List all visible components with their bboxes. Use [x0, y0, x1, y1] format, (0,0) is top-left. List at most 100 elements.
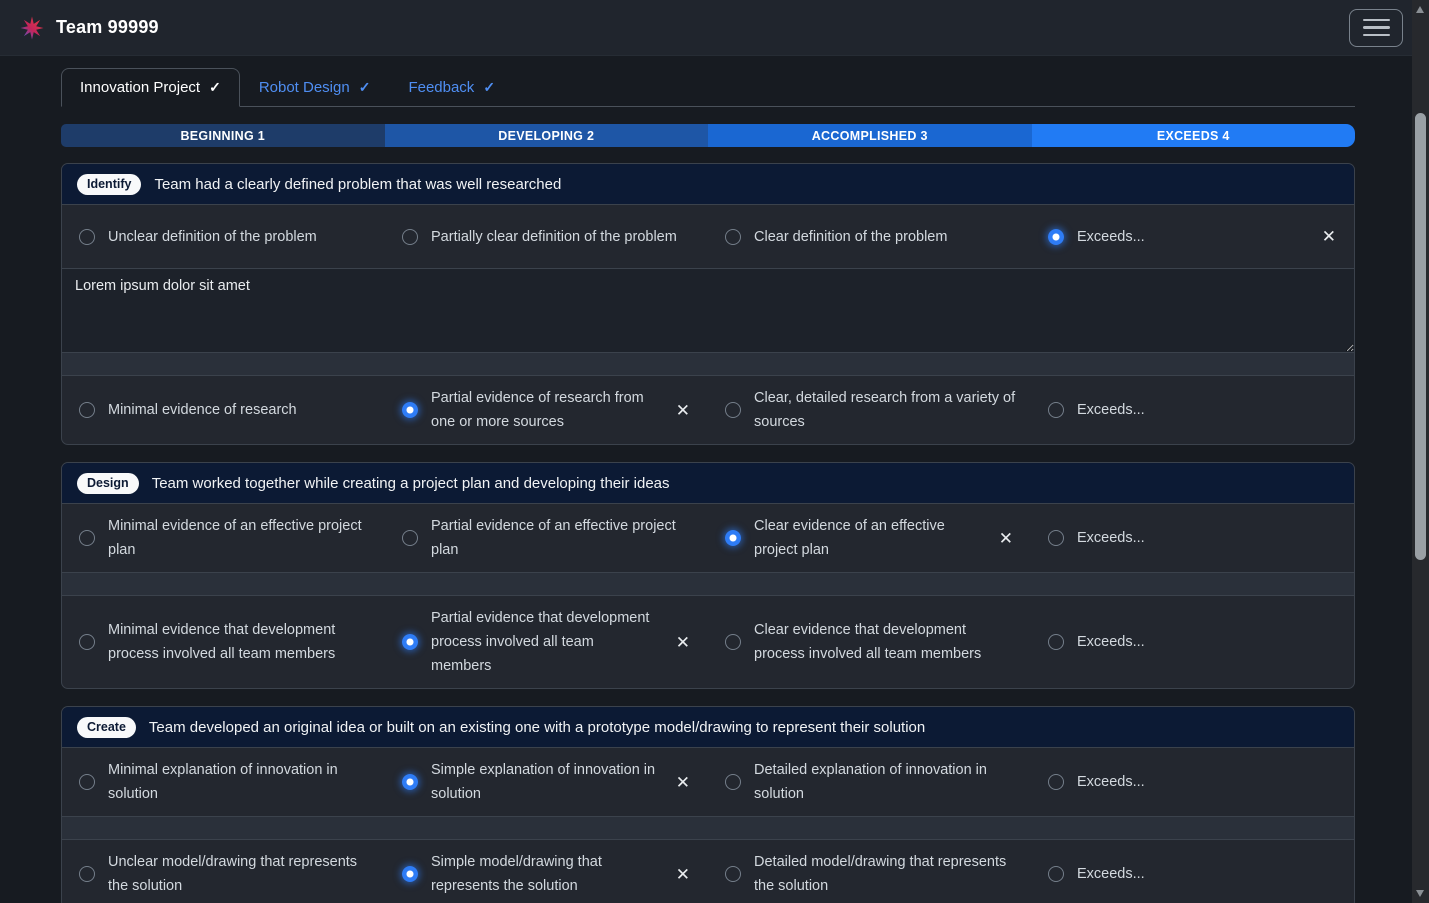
tab-robot-design[interactable]: Robot Design ✓ [240, 68, 390, 107]
option-label: Unclear definition of the problem [108, 225, 317, 249]
option-radio[interactable] [725, 402, 741, 418]
section-create: CreateTeam developed an original idea or… [61, 706, 1355, 903]
option-label: Partial evidence that development proces… [431, 606, 657, 678]
option-radio[interactable] [1048, 402, 1064, 418]
option-radio[interactable] [402, 530, 418, 546]
option-cell[interactable]: Clear evidence of an effective project p… [708, 504, 1031, 572]
scrollbar-down-arrow-icon[interactable] [1416, 890, 1424, 897]
option-radio[interactable] [725, 774, 741, 790]
clear-selection-button[interactable]: ✕ [670, 864, 696, 885]
scrollbar-thumb[interactable] [1415, 113, 1426, 560]
option-radio[interactable] [725, 866, 741, 882]
comment-textarea[interactable]: Lorem ipsum dolor sit amet [62, 268, 1354, 352]
option-cell[interactable]: Detailed model/drawing that represents t… [708, 840, 1031, 903]
spacer-row [62, 572, 1354, 595]
option-label: Unclear model/drawing that represents th… [108, 850, 373, 898]
option-cell[interactable]: Clear definition of the problem [708, 205, 1031, 268]
option-label: Minimal evidence of an effective project… [108, 514, 373, 562]
option-radio[interactable] [79, 634, 95, 650]
option-cell[interactable]: Minimal evidence of research [62, 376, 385, 444]
section-title: Team worked together while creating a pr… [152, 475, 670, 492]
option-radio[interactable] [402, 774, 418, 790]
option-radio[interactable] [402, 402, 418, 418]
option-radio[interactable] [725, 530, 741, 546]
option-radio[interactable] [79, 866, 95, 882]
app-logo-starburst-icon [20, 16, 44, 40]
scrollbar-track[interactable] [1412, 0, 1429, 903]
clear-selection-button[interactable]: ✕ [670, 632, 696, 653]
section-title: Team developed an original idea or built… [149, 719, 925, 736]
option-cell[interactable]: Unclear definition of the problem [62, 205, 385, 268]
option-label: Clear definition of the problem [754, 225, 947, 249]
clear-selection-button[interactable]: ✕ [670, 772, 696, 793]
tab-label: Innovation Project [80, 79, 200, 96]
option-cell[interactable]: Partial evidence that development proces… [385, 596, 708, 688]
option-radio[interactable] [79, 229, 95, 245]
levels-bar: BEGINNING 1DEVELOPING 2ACCOMPLISHED 3EXC… [61, 124, 1355, 147]
option-label: Clear evidence of an effective project p… [754, 514, 980, 562]
option-radio[interactable] [402, 229, 418, 245]
option-cell[interactable]: Clear evidence that development process … [708, 596, 1031, 688]
navbar: Team 99999 [0, 0, 1429, 56]
rubric-page: Innovation Project ✓ Robot Design ✓ Feedback… [61, 68, 1355, 903]
option-label: Minimal evidence of research [108, 398, 297, 422]
option-cell[interactable]: Minimal explanation of innovation in sol… [62, 748, 385, 816]
check-icon: ✓ [359, 79, 371, 96]
clear-selection-button[interactable]: ✕ [1316, 226, 1342, 247]
option-radio[interactable] [1048, 774, 1064, 790]
menu-button[interactable] [1349, 9, 1403, 47]
section-header: IdentifyTeam had a clearly defined probl… [62, 164, 1354, 204]
option-cell[interactable]: Simple explanation of innovation in solu… [385, 748, 708, 816]
option-cell[interactable]: Minimal evidence that development proces… [62, 596, 385, 688]
clear-selection-button[interactable]: ✕ [670, 400, 696, 421]
rubric-row: Minimal explanation of innovation in sol… [62, 747, 1354, 816]
option-radio[interactable] [79, 774, 95, 790]
scrollbar-up-arrow-icon[interactable] [1416, 6, 1424, 13]
option-cell[interactable]: Exceeds... [1031, 748, 1354, 816]
level-header-2: DEVELOPING 2 [385, 124, 709, 147]
option-radio[interactable] [1048, 866, 1064, 882]
rubric-row: Minimal evidence of an effective project… [62, 503, 1354, 572]
option-radio[interactable] [79, 530, 95, 546]
option-cell[interactable]: Simple model/drawing that represents the… [385, 840, 708, 903]
level-header-3: ACCOMPLISHED 3 [708, 124, 1032, 147]
option-radio[interactable] [79, 402, 95, 418]
option-cell[interactable]: Exceeds... [1031, 596, 1354, 688]
option-radio[interactable] [725, 634, 741, 650]
spacer-row [62, 816, 1354, 839]
option-radio[interactable] [402, 866, 418, 882]
option-cell[interactable]: Detailed explanation of innovation in so… [708, 748, 1031, 816]
tab-label: Robot Design [259, 79, 350, 96]
option-cell[interactable]: Partial evidence of research from one or… [385, 376, 708, 444]
option-cell[interactable]: Exceeds... [1031, 840, 1354, 903]
option-label: Partially clear definition of the proble… [431, 225, 677, 249]
hamburger-icon [1363, 19, 1390, 22]
level-header-4: EXCEEDS 4 [1032, 124, 1356, 147]
option-radio[interactable] [1048, 229, 1064, 245]
tab-feedback[interactable]: Feedback✓ [389, 68, 514, 107]
option-label: Minimal explanation of innovation in sol… [108, 758, 373, 806]
option-cell[interactable]: Partially clear definition of the proble… [385, 205, 708, 268]
option-label: Clear, detailed research from a variety … [754, 386, 1019, 434]
option-label: Exceeds... [1077, 862, 1145, 886]
option-cell[interactable]: Unclear model/drawing that represents th… [62, 840, 385, 903]
tab-label: Feedback [408, 79, 474, 96]
spacer-row [62, 352, 1354, 375]
rubric-row: Minimal evidence of research Partial evid… [62, 375, 1354, 444]
option-radio[interactable] [1048, 530, 1064, 546]
option-cell[interactable]: Exceeds... [1031, 504, 1354, 572]
tab-innovation-project[interactable]: Innovation Project ✓ [61, 68, 240, 107]
option-radio[interactable] [1048, 634, 1064, 650]
option-cell[interactable]: Exceeds... [1031, 376, 1354, 444]
rubric-row: Minimal evidence that development proces… [62, 595, 1354, 688]
clear-selection-button[interactable]: ✕ [993, 528, 1019, 549]
option-cell[interactable]: Partial evidence of an effective project… [385, 504, 708, 572]
option-cell[interactable]: Minimal evidence of an effective project… [62, 504, 385, 572]
section-header: DesignTeam worked together while creatin… [62, 463, 1354, 503]
option-radio[interactable] [402, 634, 418, 650]
check-icon: ✓ [209, 79, 221, 96]
option-cell[interactable]: Exceeds...✕ [1031, 205, 1354, 268]
option-label: Simple explanation of innovation in solu… [431, 758, 657, 806]
option-radio[interactable] [725, 229, 741, 245]
option-cell[interactable]: Clear, detailed research from a variety … [708, 376, 1031, 444]
